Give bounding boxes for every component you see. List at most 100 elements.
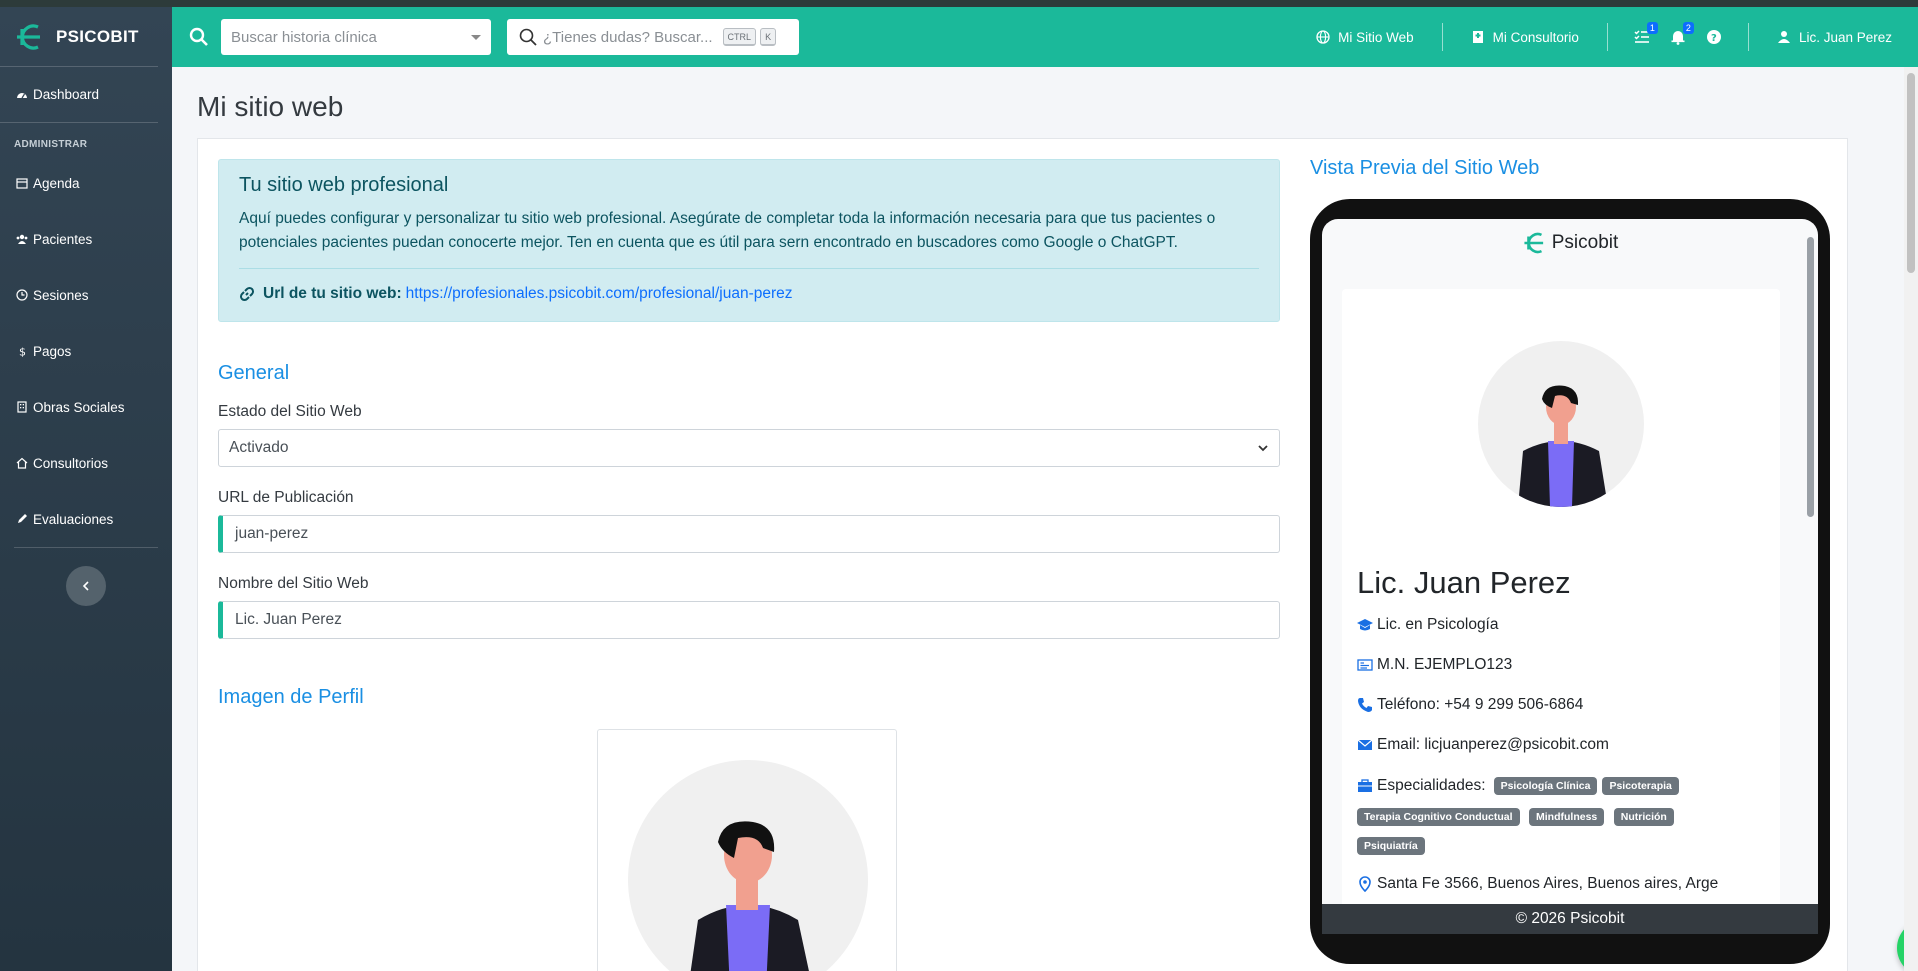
- info-text: Aquí puedes configurar y personalizar tu…: [239, 210, 1216, 251]
- history-search-select[interactable]: Buscar historia clínica: [221, 19, 491, 55]
- sidebar-item-label: Consultorios: [33, 455, 109, 471]
- notifications-badge: 2: [1682, 22, 1694, 34]
- publish-url-label: URL de Publicación: [218, 489, 354, 506]
- envelope-icon: [1357, 739, 1373, 750]
- sidebar-item-obras-sociales[interactable]: Obras Sociales: [0, 379, 172, 435]
- topbar: Buscar historia clínica ¿Tienes dudas? B…: [172, 7, 1918, 67]
- link-icon: [239, 286, 255, 302]
- question-circle-icon: ?: [1706, 30, 1721, 44]
- sidebar-item-evaluaciones[interactable]: Evaluaciones: [0, 491, 172, 547]
- chevron-down-icon: [471, 34, 481, 40]
- site-name-value: Lic. Juan Perez: [235, 611, 342, 628]
- info-alert: Tu sitio web profesional Aquí puedes con…: [218, 159, 1280, 322]
- profile-image-section-title: Imagen de Perfil: [218, 686, 364, 708]
- preview-scrollbar[interactable]: [1807, 237, 1814, 517]
- sidebar-collapse-button[interactable]: [66, 566, 106, 606]
- psicobit-logo-icon: [1524, 232, 1543, 254]
- topbar-separator: [1606, 23, 1608, 51]
- sidebar-item-label: Pacientes: [33, 231, 93, 247]
- sidebar-item-agenda[interactable]: Agenda: [0, 155, 172, 211]
- preview-address-row: Santa Fe 3566, Buenos Aires, Buenos aire…: [1357, 875, 1718, 893]
- specialty-tag: Psicoterapia: [1602, 777, 1679, 795]
- map-marker-icon: [1359, 876, 1371, 892]
- building-icon: [15, 400, 29, 414]
- specialty-tag: Psicología Clínica: [1493, 777, 1598, 795]
- my-website-link[interactable]: Mi Sitio Web: [1288, 23, 1442, 51]
- my-office-label: Mi Consultorio: [1492, 29, 1579, 45]
- site-url-label: Url de tu sitio web:: [263, 285, 402, 302]
- history-search-placeholder: Buscar historia clínica: [231, 28, 377, 46]
- chevron-left-icon: [82, 581, 89, 591]
- sidebar-item-label: Dashboard: [33, 87, 100, 102]
- globe-icon: [1316, 30, 1330, 44]
- sidebar-item-consultorios[interactable]: Consultorios: [0, 435, 172, 491]
- tasks-button[interactable]: 1: [1624, 22, 1660, 45]
- preview-address: Santa Fe 3566, Buenos Aires, Buenos aire…: [1377, 875, 1719, 892]
- status-value: Activado: [229, 439, 289, 456]
- sidebar-item-sesiones[interactable]: Sesiones: [0, 267, 172, 323]
- help-search-input[interactable]: ¿Tienes dudas? Buscar... CTRL K: [507, 19, 799, 55]
- clinic-icon: [1472, 31, 1483, 43]
- help-button[interactable]: ?: [1696, 29, 1732, 45]
- psicobit-logo-icon: [17, 23, 40, 50]
- page-scrollbar-thumb[interactable]: [1907, 73, 1915, 273]
- general-section-title: General: [218, 362, 290, 384]
- search-icon[interactable]: [189, 27, 209, 47]
- sidebar-item-label: Agenda: [33, 175, 80, 191]
- main-content: Mi sitio web Tu sitio web profesional Aq…: [172, 67, 1918, 971]
- phone-screen[interactable]: Psicobit Lic. Juan Perez Lic. en Psicolo…: [1322, 219, 1818, 934]
- user-menu[interactable]: Lic. Juan Perez: [1749, 23, 1918, 51]
- shortcut-ctrl-key: CTRL: [722, 28, 757, 46]
- preview-specialties-label: Especialidades:: [1377, 777, 1486, 794]
- preview-header: Psicobit: [1322, 219, 1818, 267]
- calendar-icon: [15, 176, 29, 190]
- topbar-right: Mi Sitio Web Mi Consultorio 1 2 ? Lic. J…: [1288, 7, 1918, 67]
- brand-name: PSICOBIT: [56, 26, 139, 46]
- my-website-label: Mi Sitio Web: [1338, 29, 1414, 45]
- dollar-icon: $: [15, 344, 29, 358]
- svg-text:?: ?: [1711, 33, 1717, 44]
- publish-url-input[interactable]: juan-perez: [218, 515, 1280, 553]
- preview-title: Vista Previa del Sitio Web: [1310, 157, 1540, 179]
- top-strip: [0, 0, 1918, 7]
- notifications-button[interactable]: 2: [1660, 22, 1696, 45]
- my-office-link[interactable]: Mi Consultorio: [1443, 23, 1607, 51]
- preview-degree: Lic. en Psicología: [1377, 616, 1499, 633]
- preview-avatar-illustration: [1518, 385, 1608, 507]
- specialty-tag: Mindfulness: [1529, 808, 1605, 826]
- page-title: Mi sitio web: [197, 91, 344, 122]
- publish-url-value: juan-perez: [235, 525, 309, 542]
- preview-phone: Teléfono: +54 9 299 506-6864: [1377, 696, 1584, 713]
- preview-avatar: [1478, 341, 1644, 507]
- sidebar-divider: [14, 547, 158, 548]
- sidebar-item-label: Obras Sociales: [33, 399, 125, 415]
- brand[interactable]: PSICOBIT: [0, 7, 158, 67]
- site-url-link[interactable]: https://profesionales.psicobit.com/profe…: [406, 285, 793, 303]
- briefcase-icon: [1358, 779, 1372, 792]
- sidebar-item-dashboard[interactable]: Dashboard: [0, 67, 158, 123]
- info-title: Tu sitio web profesional: [239, 174, 449, 196]
- profile-avatar-illustration: [628, 760, 868, 971]
- info-divider: [239, 268, 1259, 269]
- sidebar-item-pagos[interactable]: $ Pagos: [0, 323, 172, 379]
- specialty-tag: Terapia Cognitivo Conductual: [1357, 808, 1520, 826]
- users-icon: [15, 232, 29, 246]
- site-name-input[interactable]: Lic. Juan Perez: [218, 601, 1280, 639]
- status-label: Estado del Sitio Web: [218, 403, 362, 420]
- preview-specialties-tags: Terapia Cognitivo Conductual Mindfulness…: [1357, 807, 1767, 826]
- profile-image-frame[interactable]: [597, 729, 897, 971]
- preview-email-row: Email: licjuanperez@psicobit.com: [1357, 736, 1609, 754]
- status-select[interactable]: Activado: [218, 429, 1280, 467]
- sidebar-item-pacientes[interactable]: Pacientes: [0, 211, 172, 267]
- user-icon: [1777, 31, 1790, 43]
- clock-icon: [15, 288, 29, 302]
- preview-specialties-tags-2: Psiquiatría: [1357, 836, 1767, 855]
- specialty-tag: Nutrición: [1613, 808, 1674, 826]
- page-scrollbar[interactable]: [1904, 67, 1918, 971]
- preview-license-row: M.N. EJEMPLO123: [1357, 656, 1512, 674]
- preview-footer: © 2026 Psicobit: [1322, 904, 1818, 934]
- preview-phone-row: Teléfono: +54 9 299 506-6864: [1357, 696, 1583, 714]
- pencil-icon: [15, 512, 29, 526]
- sidebar-section-header: ADMINISTRAR: [14, 139, 88, 150]
- graduation-cap-icon: [1357, 619, 1373, 631]
